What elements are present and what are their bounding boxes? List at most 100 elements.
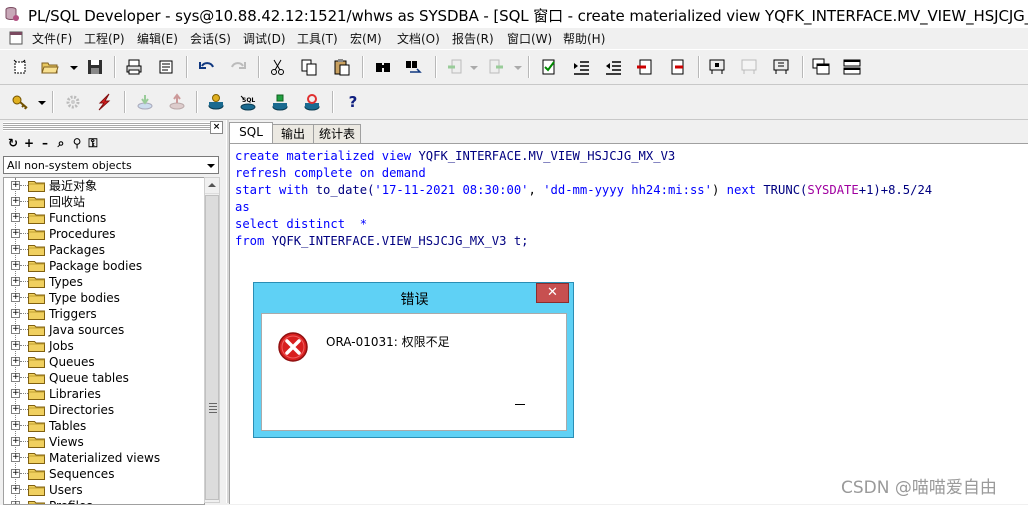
print-icon[interactable] xyxy=(125,58,143,76)
panel-grip[interactable] xyxy=(3,122,219,131)
collapse-icon[interactable]: – xyxy=(38,136,52,152)
unindent-icon[interactable] xyxy=(604,58,622,76)
sql-icon[interactable]: SQL xyxy=(239,93,257,111)
copy-icon[interactable] xyxy=(300,58,318,76)
tree-item[interactable]: + Procedures xyxy=(4,226,204,242)
tree-scrollbar[interactable] xyxy=(204,177,220,503)
scroll-up-button[interactable] xyxy=(205,178,219,194)
rollback-icon[interactable] xyxy=(168,93,186,111)
open-dropdown-arrow[interactable] xyxy=(70,66,78,70)
document-window-icon[interactable] xyxy=(8,30,24,46)
scrollbar-thumb[interactable] xyxy=(205,195,219,500)
tree-item[interactable]: + Sequences xyxy=(4,466,204,482)
redo-icon[interactable] xyxy=(229,58,247,76)
sql-code[interactable]: create materialized view YQFK_INTERFACE.… xyxy=(235,148,932,250)
properties-icon[interactable]: ⚿ xyxy=(86,136,100,152)
menu-documents[interactable]: 文档(O) xyxy=(397,30,440,47)
find-icon[interactable] xyxy=(374,58,392,76)
uncomment-icon[interactable] xyxy=(668,58,686,76)
menu-macro[interactable]: 宏(M) xyxy=(350,30,382,47)
paste-icon[interactable] xyxy=(333,58,351,76)
expand-toggle-icon[interactable]: + xyxy=(11,437,20,446)
stop-icon[interactable] xyxy=(271,93,289,111)
forward-icon[interactable] xyxy=(487,58,505,76)
query-by-example-icon[interactable] xyxy=(708,58,726,76)
tree-item[interactable]: + Queue tables xyxy=(4,370,204,386)
find-object-icon[interactable]: ⌕ xyxy=(54,136,68,152)
menu-window[interactable]: 窗口(W) xyxy=(507,30,552,47)
forward-dropdown-arrow[interactable] xyxy=(514,66,522,70)
tree-item[interactable]: + Profiles xyxy=(4,498,204,504)
expand-toggle-icon[interactable]: + xyxy=(11,181,20,190)
menu-edit[interactable]: 编辑(E) xyxy=(137,30,178,47)
tree-item[interactable]: + Queues xyxy=(4,354,204,370)
expand-toggle-icon[interactable]: + xyxy=(11,373,20,382)
open-icon[interactable] xyxy=(41,58,59,76)
tree-item[interactable]: + Tables xyxy=(4,418,204,434)
tree-item[interactable]: + Types xyxy=(4,274,204,290)
tree-item[interactable]: + Triggers xyxy=(4,306,204,322)
object-filter-select[interactable]: All non-system objects xyxy=(3,156,219,174)
tree-item[interactable]: + Views xyxy=(4,434,204,450)
tree-item[interactable]: + Functions xyxy=(4,210,204,226)
menu-tools[interactable]: 工具(T) xyxy=(297,30,338,47)
expand-toggle-icon[interactable]: + xyxy=(11,501,20,504)
expand-toggle-icon[interactable]: + xyxy=(11,309,20,318)
refresh-icon[interactable] xyxy=(303,93,321,111)
tree-item[interactable]: + Java sources xyxy=(4,322,204,338)
save-icon[interactable] xyxy=(86,58,104,76)
indent-icon[interactable] xyxy=(572,58,590,76)
expand-toggle-icon[interactable]: + xyxy=(11,405,20,414)
tree-item[interactable]: + Directories xyxy=(4,402,204,418)
expand-icon[interactable]: + xyxy=(22,136,36,152)
close-panel-icon[interactable]: × xyxy=(210,121,223,134)
cut-icon[interactable] xyxy=(269,58,287,76)
menu-project[interactable]: 工程(P) xyxy=(84,30,125,47)
undo-icon[interactable] xyxy=(198,58,216,76)
expand-toggle-icon[interactable]: + xyxy=(11,277,20,286)
expand-toggle-icon[interactable]: + xyxy=(11,213,20,222)
close-button[interactable]: ✕ xyxy=(536,283,569,303)
expand-toggle-icon[interactable]: + xyxy=(11,261,20,270)
back-dropdown-arrow[interactable] xyxy=(470,66,478,70)
tree-item[interactable]: + Libraries xyxy=(4,386,204,402)
tree-item[interactable]: + 回收站 xyxy=(4,194,204,210)
commit-icon[interactable] xyxy=(136,93,154,111)
new-icon[interactable] xyxy=(11,58,29,76)
tree-item[interactable]: + Users xyxy=(4,482,204,498)
cascade-icon[interactable] xyxy=(812,58,830,76)
object-tree[interactable]: + 最近对象 + 回收站 + Functions + Procedures + Packages +… xyxy=(3,177,205,505)
execute-check-icon[interactable] xyxy=(540,58,558,76)
expand-toggle-icon[interactable]: + xyxy=(11,485,20,494)
expand-toggle-icon[interactable]: + xyxy=(11,453,20,462)
tree-item[interactable]: + 最近对象 xyxy=(4,178,204,194)
print-preview-icon[interactable] xyxy=(157,58,175,76)
filter-icon[interactable]: ⚲ xyxy=(70,136,84,152)
clear-icon[interactable] xyxy=(740,58,758,76)
tree-item[interactable]: + Packages xyxy=(4,242,204,258)
expand-toggle-icon[interactable]: + xyxy=(11,229,20,238)
tree-item[interactable]: + Jobs xyxy=(4,338,204,354)
tab-sql[interactable]: SQL xyxy=(229,122,273,143)
refresh-tree-icon[interactable]: ↻ xyxy=(6,136,20,152)
expand-toggle-icon[interactable]: + xyxy=(11,421,20,430)
expand-toggle-icon[interactable]: + xyxy=(11,325,20,334)
comment-icon[interactable] xyxy=(636,58,654,76)
key-icon[interactable] xyxy=(11,93,29,111)
expand-toggle-icon[interactable]: + xyxy=(11,389,20,398)
chevron-down-icon[interactable] xyxy=(207,164,215,168)
menu-reports[interactable]: 报告(R) xyxy=(452,30,494,47)
execute-icon[interactable] xyxy=(207,93,225,111)
tree-item[interactable]: + Type bodies xyxy=(4,290,204,306)
menu-help[interactable]: 帮助(H) xyxy=(563,30,605,47)
find-replace-icon[interactable] xyxy=(404,58,422,76)
tree-item[interactable]: + Materialized views xyxy=(4,450,204,466)
expand-toggle-icon[interactable]: + xyxy=(11,469,20,478)
expand-toggle-icon[interactable]: + xyxy=(11,245,20,254)
help-icon[interactable]: ? xyxy=(344,93,362,111)
tab-output[interactable]: 输出 xyxy=(272,124,314,143)
lightning-icon[interactable] xyxy=(95,93,113,111)
expand-toggle-icon[interactable]: + xyxy=(11,293,20,302)
menu-file[interactable]: 文件(F) xyxy=(32,30,72,47)
gear-icon[interactable] xyxy=(64,93,82,111)
